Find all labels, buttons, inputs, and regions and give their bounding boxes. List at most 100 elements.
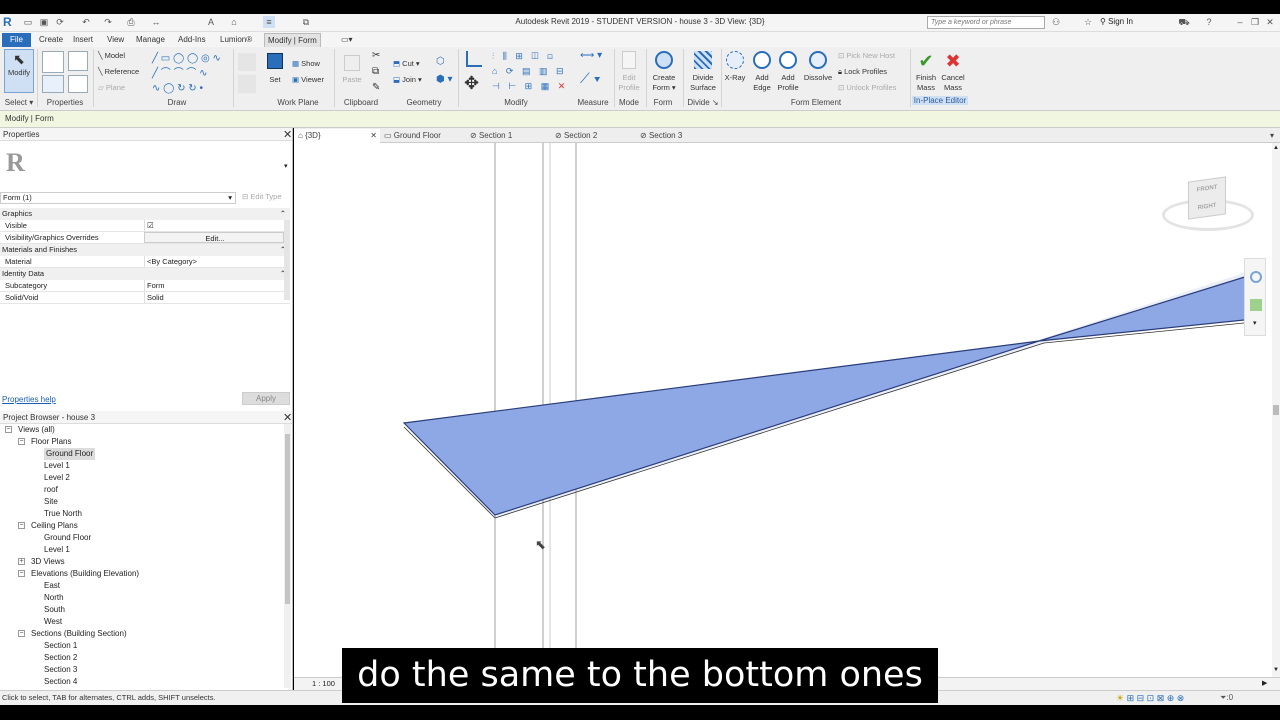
undo-icon[interactable]: ↶ [80,16,92,28]
close-window-icon[interactable]: ✕ [1264,16,1276,28]
geometry-tool-icon[interactable]: ⬡ [436,57,445,67]
group-graphics[interactable]: Graphics ⌃ [0,208,290,220]
type-selector[interactable]: Form (1) ▾ [0,192,236,204]
tab-insert[interactable]: Insert [70,33,96,47]
favorites-icon[interactable]: ☆ [1082,16,1094,28]
edit-type-button[interactable]: ⊟ Edit Type [242,192,282,202]
close-project-browser-icon[interactable]: ✕ [283,413,292,424]
modify-button[interactable]: ⬉ Modify [4,49,34,93]
cut-icon[interactable]: ✂ [372,51,380,61]
tab-create[interactable]: Create [36,33,66,47]
dissolve-button[interactable]: Dissolve [802,51,834,83]
viewcube[interactable]: FRONT RIGHT [1160,176,1256,235]
family-types-icon[interactable] [68,51,88,71]
modify-tools-grid[interactable]: ⫶ ⫼ ⊞ ◫ ⊡ ⌂ ⟳ ▤ ▥ ⊟ ⊣ ⊢ ⊞ ▦ ✕ [492,49,572,95]
subcategory-value[interactable]: Form [144,280,284,291]
draw-model-button[interactable]: ╲ Model [98,51,125,61]
tab-list-icon[interactable]: ▾ [1270,129,1274,143]
print-icon[interactable]: ⎙ [125,16,137,28]
cart-icon[interactable]: ⛟ [1178,16,1190,28]
search-input[interactable]: Type a keyword or phrase [927,16,1045,29]
thin-lines-icon[interactable]: ≡ [263,16,275,28]
copy-icon[interactable]: ⧉ [372,67,379,77]
form-geometry[interactable]: ⬉ [294,143,1272,677]
tab-3d-view[interactable]: ⌂ {3D} ✕ [294,129,380,143]
solid-void-value[interactable]: Solid [144,292,284,303]
pick-new-host-button[interactable]: ⊡ Pick New Host [838,51,895,61]
type-properties-icon[interactable] [42,51,64,73]
collapse-icon[interactable]: − [18,630,25,637]
viewcube-front-face[interactable]: FRONT [1197,185,1218,194]
visible-checkbox[interactable]: ☑ [144,220,284,231]
properties-scrollbar[interactable] [284,220,290,300]
tab-section-2[interactable]: ⊘ Section 2 [555,129,637,143]
create-form-button[interactable]: Create Form ▾ [650,51,678,93]
edit-profile-button[interactable]: Edit Profile [616,51,642,93]
apply-button[interactable]: Apply [242,392,290,405]
expand-icon[interactable]: + [18,558,25,565]
scroll-down-icon[interactable]: ▼ [1273,667,1279,673]
tab-section-3[interactable]: ⊘ Section 3 [640,129,722,143]
tab-view[interactable]: View [104,33,127,47]
paste-button[interactable]: Paste [340,55,364,85]
zoom-icon[interactable] [1250,299,1262,311]
geometry-tool-icon[interactable]: ⬢ ▾ [436,75,453,85]
set-work-plane-button[interactable]: Set [264,53,286,85]
restore-icon[interactable]: ❐ [1249,16,1261,28]
selection-option-icons[interactable]: ☀ ⊞ ⊟ ⊡ ⊠ ⊕ ⊗ [1116,691,1184,705]
tab-manage[interactable]: Manage [133,33,168,47]
3d-view-icon[interactable]: ⌂ [228,16,240,28]
redo-icon[interactable]: ↷ [102,16,114,28]
draw-plane-button[interactable]: ▱ Plane [98,83,125,93]
properties-help-link[interactable]: Properties help [2,395,56,404]
cut-geometry-button[interactable]: ⬒ Cut ▾ [393,59,420,69]
minimize-icon[interactable]: – [1234,16,1246,28]
add-edge-button[interactable]: Add Edge [750,51,774,93]
tab-section-1[interactable]: ⊘ Section 1 [470,129,552,143]
properties-palette-icon[interactable] [42,75,64,93]
collapse-icon[interactable]: − [18,570,25,577]
binoculars-icon[interactable]: ⚇ [1050,16,1062,28]
match-properties-icon[interactable]: ✎ [372,83,380,93]
text-icon[interactable]: A [205,16,217,28]
measure-icon[interactable]: ↔ [150,16,162,28]
divide-surface-button[interactable]: Divide Surface [686,51,720,93]
tab-ground-floor[interactable]: ▭ Ground Floor [384,129,466,143]
nav-options-icon[interactable]: ▾ [1253,319,1257,327]
tab-modify-form[interactable]: Modify | Form [264,33,321,47]
save-icon[interactable]: ▣ [38,16,50,28]
xray-button[interactable]: X-Ray [722,51,748,83]
collapse-icon[interactable]: − [18,522,25,529]
sign-in-link[interactable]: ⚲ Sign In [1100,17,1133,26]
viewcube-right-face[interactable]: RIGHT [1198,203,1217,212]
scroll-thumb[interactable] [285,434,290,604]
add-profile-button[interactable]: Add Profile [776,51,800,93]
open-icon[interactable]: ▭ [22,16,34,28]
align-icon[interactable] [466,51,482,67]
lock-profiles-button[interactable]: 🔒︎ Lock Profiles [838,67,887,77]
form-upper-triangle[interactable] [1038,270,1265,342]
ribbon-options-icon[interactable]: ▭▾ [338,33,356,47]
sync-icon[interactable]: ⟳ [54,16,66,28]
draw-shapes-gallery[interactable]: ╱ ▭ ◯ ◯ ◎ ∿ ╱ ⌒ ⌒ ⌒ ∿ ∿ ◯ ↻ ↻ • [152,51,232,95]
3d-view-canvas[interactable]: ⬉ FRONT RIGHT ▾ [294,143,1272,677]
viewer-button[interactable]: ▣ Viewer [292,75,324,85]
material-value[interactable]: <By Category> [144,256,284,267]
scroll-thumb[interactable] [1273,405,1279,415]
revit-logo-icon[interactable]: R [3,15,15,29]
vg-edit-button[interactable]: Edit... [144,232,284,243]
tab-add-ins[interactable]: Add-Ins [175,33,209,47]
select-panel-label[interactable]: Select ▾ [4,98,34,107]
cancel-mass-button[interactable]: ✖ Cancel Mass [939,51,967,93]
close-properties-icon[interactable]: ✕ [283,130,292,141]
join-geometry-button[interactable]: ⬓ Join ▾ [393,75,422,85]
scroll-up-icon[interactable]: ▲ [1273,145,1279,151]
filter-icon[interactable]: ⏷:0 [1220,691,1233,705]
collapse-icon[interactable]: − [18,438,25,445]
divide-panel-label[interactable]: Divide ↘ [686,98,720,107]
help-icon[interactable]: ? [1203,16,1215,28]
measure-tool-icon[interactable]: ⟷ ▾ [580,51,602,61]
family-category-icon[interactable] [68,75,88,93]
navigation-wheel-icon[interactable] [1250,271,1262,283]
draw-reference-button[interactable]: ╲ Reference [98,67,139,77]
